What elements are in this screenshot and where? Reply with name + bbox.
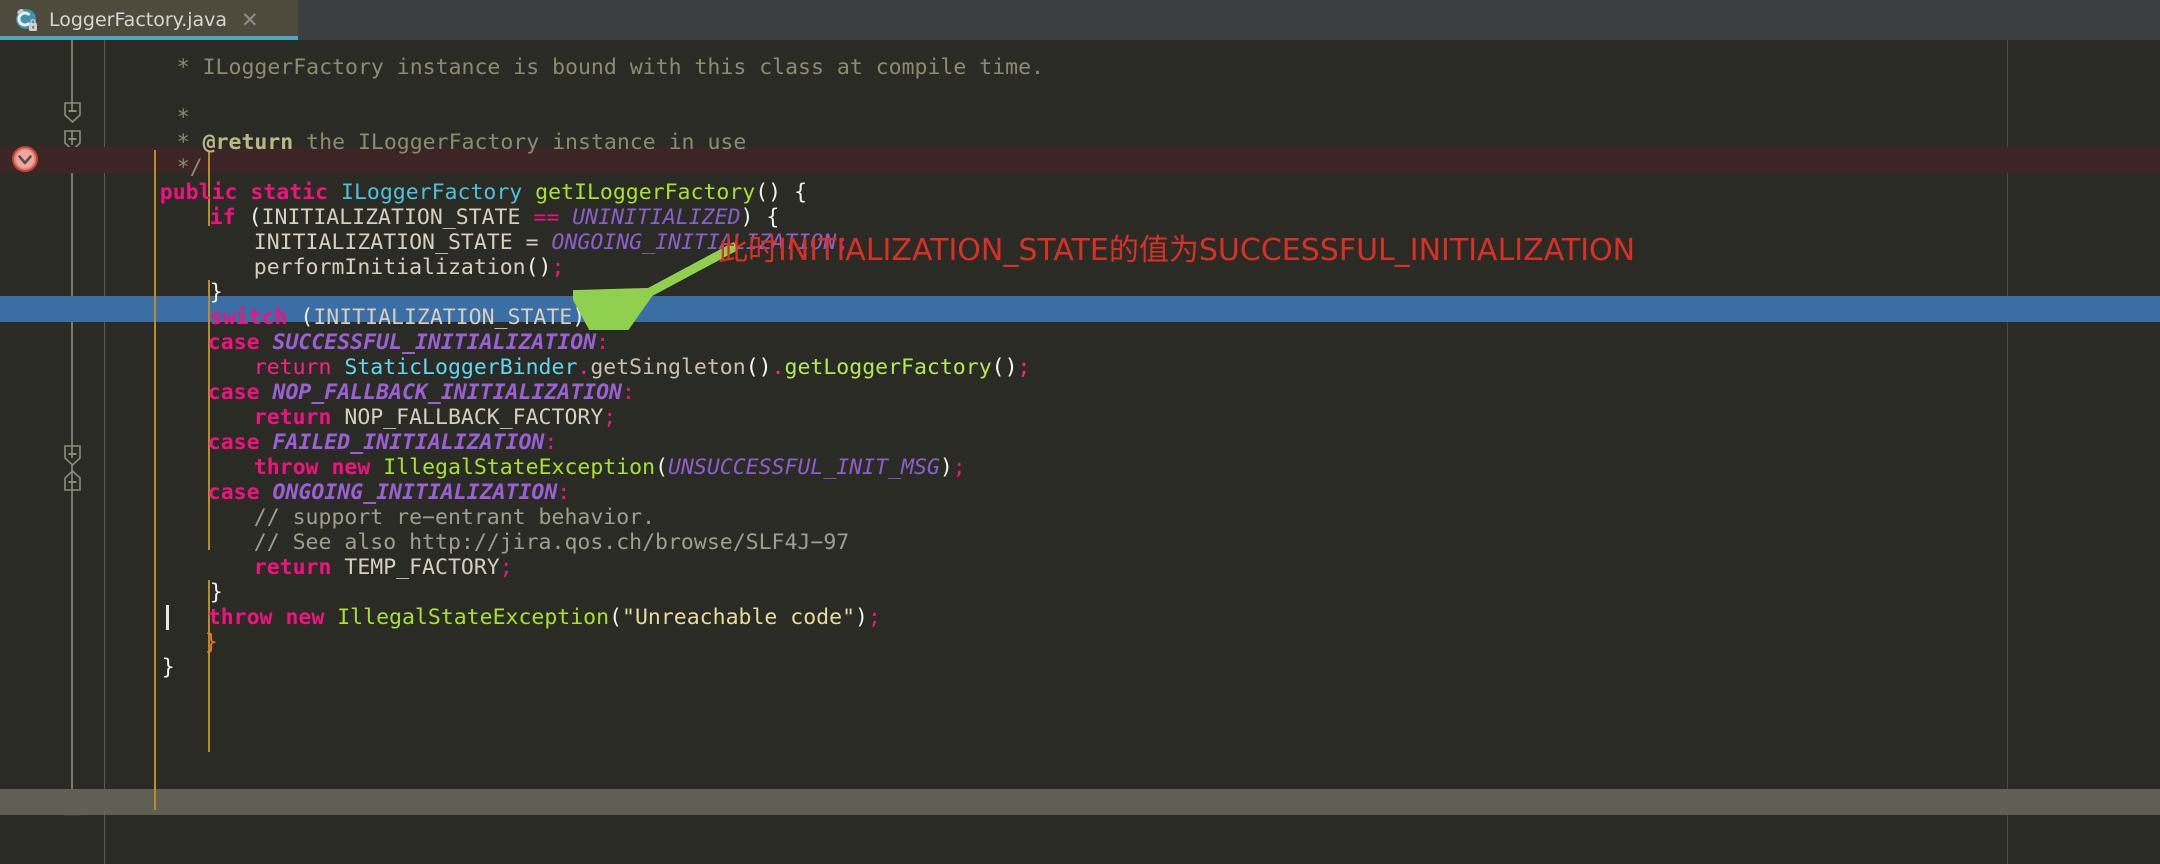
code-line[interactable]: } xyxy=(0,630,2160,680)
code-line[interactable]: throw new IllegalStateException("Unreach… xyxy=(0,580,2160,630)
code-line-caret[interactable]: } xyxy=(0,605,2160,655)
code-line[interactable]: case NOP_FALLBACK_INITIALIZATION: xyxy=(0,355,2160,405)
code-line[interactable]: * @return the ILoggerFactory instance in… xyxy=(0,105,2160,155)
tab-logger-factory-java[interactable]: LoggerFactory.java ✕ xyxy=(0,0,298,40)
editor-tab-bar: LoggerFactory.java ✕ xyxy=(0,0,2160,40)
tab-label: LoggerFactory.java xyxy=(49,9,228,31)
text-caret xyxy=(166,605,169,630)
code-line[interactable]: } xyxy=(0,555,2160,605)
code-line[interactable]: case ONGOING_INITIALIZATION: xyxy=(0,455,2160,505)
code-line[interactable]: throw new IllegalStateException(UNSUCCES… xyxy=(0,430,2160,480)
code-editor[interactable]: * ILoggerFactory instance is bound with … xyxy=(0,40,2160,864)
code-line[interactable]: * ILoggerFactory instance is bound with … xyxy=(0,40,2160,80)
code-line[interactable]: return TEMP_FACTORY; xyxy=(0,530,2160,580)
code-line[interactable]: public static ILoggerFactory getILoggerF… xyxy=(0,155,2160,205)
code-token-comment: * ILoggerFactory instance is bound with … xyxy=(163,55,1044,80)
java-class-icon xyxy=(14,7,40,33)
code-line[interactable]: // See also http://jira.qos.ch/browse/SL… xyxy=(0,505,2160,555)
code-line[interactable]: * xyxy=(0,80,2160,130)
code-line[interactable]: */ xyxy=(0,130,2160,180)
code-line[interactable]: case SUCCESSFUL_INITIALIZATION: xyxy=(0,305,2160,355)
code-line[interactable]: case FAILED_INITIALIZATION: xyxy=(0,405,2160,455)
code-line[interactable]: INITIALIZATION_STATE = ONGOING_INITIALIZ… xyxy=(0,205,2160,255)
caret-line-band xyxy=(0,789,2160,815)
code-line-selected[interactable]: return StaticLoggerBinder.getSingleton()… xyxy=(0,330,2160,380)
code-line[interactable]: // support re−entrant behavior. xyxy=(0,480,2160,530)
code-line[interactable]: switch (INITIALIZATION_STATE) { xyxy=(0,280,2160,330)
code-line[interactable]: return NOP_FALLBACK_FACTORY; xyxy=(0,380,2160,430)
close-icon[interactable]: ✕ xyxy=(241,9,259,31)
code-line[interactable]: if (INITIALIZATION_STATE == UNINITIALIZE… xyxy=(0,180,2160,230)
annotation-text: 此时INITIALIZATION_STATE的值为SUCCESSFUL_INIT… xyxy=(718,233,1636,268)
